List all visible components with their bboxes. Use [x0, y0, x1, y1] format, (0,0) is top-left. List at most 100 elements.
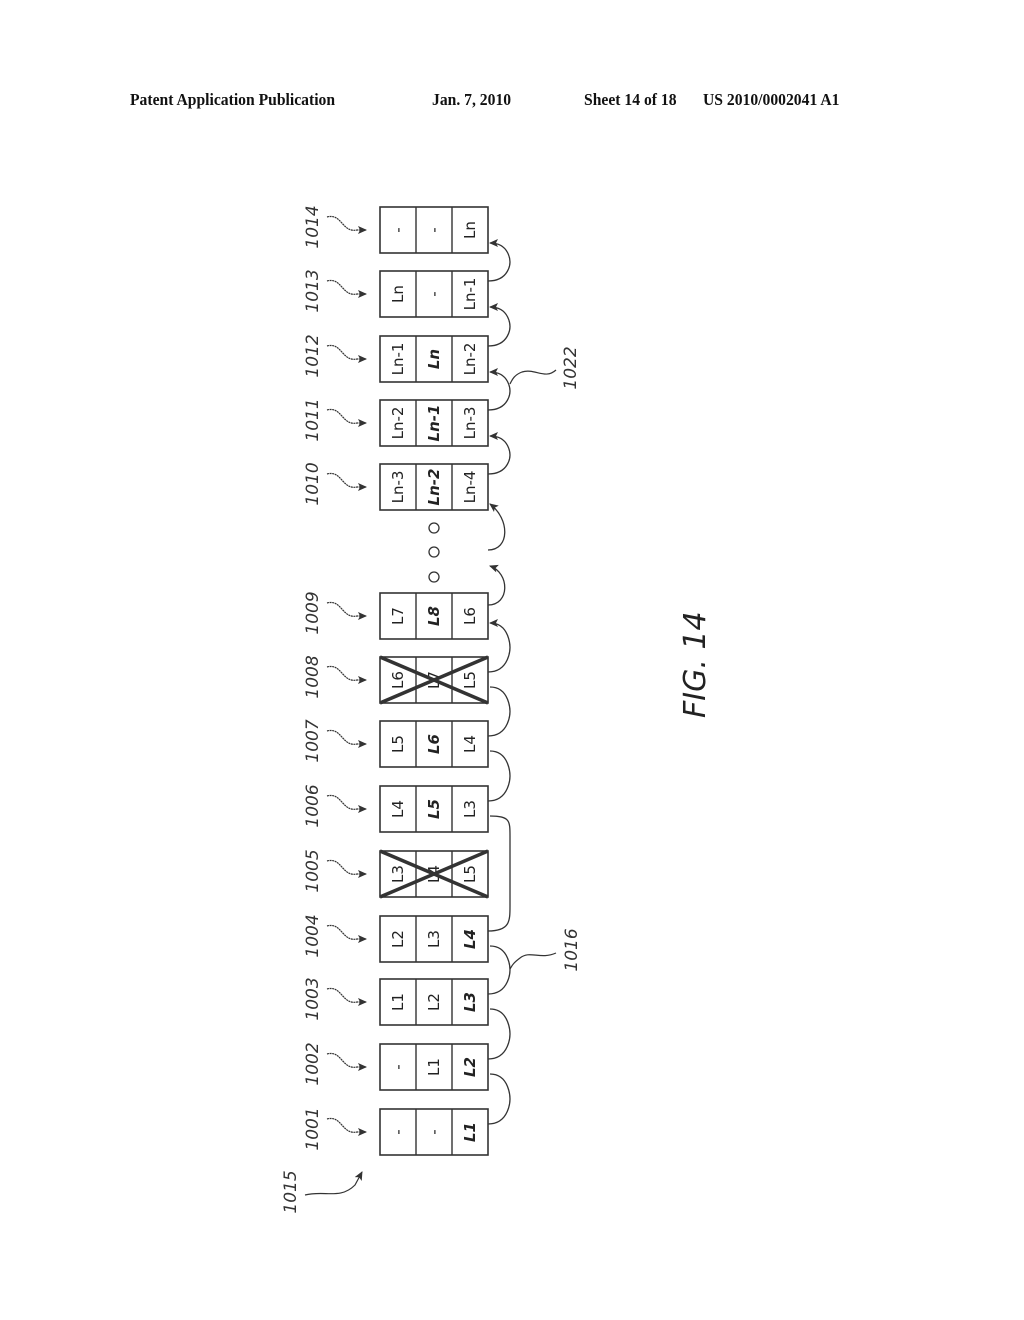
- cell-value: L4: [389, 800, 407, 818]
- connector-1008-1009: [487, 619, 511, 673]
- cell-value: L4: [461, 735, 479, 753]
- cell-value: L5: [389, 735, 407, 753]
- ref-leader-arrow-icon: [326, 729, 367, 748]
- ref-leader-arrow-icon: [326, 1052, 367, 1071]
- figure-label: FIG. 14: [678, 611, 713, 718]
- connector-1012-1013: [487, 303, 511, 347]
- connector-1006-1007: [487, 750, 511, 802]
- cell-value: Ln-1: [389, 343, 407, 376]
- cell-value: Ln-2: [425, 469, 443, 506]
- ref-leader-arrow-icon: [326, 924, 367, 943]
- memory-block-1004: L2 L3 L4: [379, 915, 489, 963]
- connector-into-1010: [487, 503, 506, 551]
- ref-number-1012: 1012: [303, 334, 323, 377]
- memory-block-1014: - - Ln: [379, 206, 489, 254]
- ref-number-1022: 1022: [561, 346, 581, 389]
- connector-1007-1008: [487, 686, 511, 737]
- ref-number-1009: 1009: [303, 591, 323, 634]
- cell-value: L3: [389, 865, 407, 883]
- ref-leader-arrow-icon: [326, 408, 367, 427]
- ref-number-1011: 1011: [303, 398, 323, 441]
- ref-number-1001: 1001: [303, 1107, 323, 1150]
- memory-block-1005: L3L4L5: [379, 849, 489, 899]
- connector-1001-1002: [487, 1073, 511, 1125]
- ref-number-1016: 1016: [562, 928, 582, 971]
- cell-value: L3: [461, 992, 479, 1012]
- ref-number-1014: 1014: [303, 205, 323, 248]
- connector-1011-1012: [487, 368, 511, 411]
- cell-value: Ln: [425, 349, 443, 369]
- connector-1013-1014: [487, 239, 511, 282]
- ref-leader-line: [509, 369, 557, 385]
- memory-block-1003: L1 L2 L3: [379, 978, 489, 1026]
- cell-value: -: [425, 227, 443, 232]
- memory-block-1007: L5 L6 L4: [379, 720, 489, 768]
- ref-leader-arrow-icon: [326, 794, 367, 813]
- cell-value: L1: [389, 993, 407, 1011]
- ref-leader-arrow-icon: [326, 344, 367, 363]
- cell-value: L5: [425, 799, 443, 819]
- memory-block-1001: - - L1: [379, 1108, 489, 1156]
- ref-leader-arrow-icon: [326, 859, 367, 878]
- cell-value: -: [425, 1129, 443, 1134]
- ref-leader-arrow-icon: [326, 987, 367, 1006]
- memory-block-1013: Ln - Ln-1: [379, 270, 489, 318]
- memory-block-1012: Ln-1 Ln Ln-2: [379, 335, 489, 383]
- ellipsis-dot-icon: [428, 546, 440, 558]
- cell-value: Ln-3: [461, 407, 479, 440]
- ellipsis-dot-icon: [428, 522, 440, 534]
- cell-value: Ln-3: [389, 471, 407, 504]
- ref-leader-line: [509, 952, 557, 970]
- cell-value: L1: [425, 1058, 443, 1076]
- ref-number-1015: 1015: [281, 1170, 301, 1213]
- cell-value: -: [389, 227, 407, 232]
- connector-1004-1006: [487, 815, 511, 932]
- cell-value: Ln-1: [461, 278, 479, 311]
- cell-value: Ln-2: [389, 407, 407, 440]
- ellipsis-dot-icon: [428, 571, 440, 583]
- ref-number-1013: 1013: [303, 269, 323, 312]
- memory-blocks: --L1-L1L2L1L2L3L2L3L4L3L4L5L4L5L3L5L6L4L…: [379, 206, 489, 1156]
- ref-number-1007: 1007: [303, 719, 323, 762]
- ref-leader-arrow-icon: [326, 215, 367, 234]
- figure-14-diagram: --L1-L1L2L1L2L3L2L3L4L3L4L5L4L5L3L5L6L4L…: [281, 205, 713, 1213]
- cell-value: L2: [461, 1057, 479, 1077]
- ref-number-1010: 1010: [303, 462, 323, 505]
- cell-value: -: [389, 1064, 407, 1069]
- memory-block-1008: L6L7L5: [379, 655, 489, 705]
- ref-leader-arrow-icon: [326, 665, 367, 684]
- ref-number-1002: 1002: [303, 1042, 323, 1085]
- cell-value: L3: [425, 930, 443, 948]
- memory-block-1011: Ln-2 Ln-1 Ln-3: [379, 399, 489, 447]
- cell-value: L8: [425, 606, 443, 626]
- cell-value: -: [425, 291, 443, 296]
- cell-value: L2: [389, 930, 407, 948]
- cell-value: L4: [461, 929, 479, 949]
- cell-value: L1: [461, 1122, 479, 1142]
- ref-leader-arrow-icon: [304, 1171, 363, 1196]
- ref-number-1005: 1005: [303, 849, 323, 892]
- cell-value: L5: [461, 671, 479, 689]
- ref-number-1004: 1004: [303, 914, 323, 957]
- connector-1010-1011: [487, 432, 511, 475]
- cell-value: L6: [389, 671, 407, 689]
- cell-value: Ln-1: [425, 405, 443, 442]
- cell-value: L6: [461, 607, 479, 625]
- connector-1009-continuation: [487, 564, 506, 606]
- ref-leader-arrow-icon: [326, 279, 367, 298]
- cell-value: L7: [389, 607, 407, 625]
- ref-leader-arrow-icon: [326, 1117, 367, 1136]
- cell-value: Ln: [461, 221, 479, 239]
- connector-1002-1003: [487, 1008, 511, 1060]
- memory-block-1010: Ln-3 Ln-2 Ln-4: [379, 463, 489, 511]
- cell-value: -: [389, 1129, 407, 1134]
- connector-1003-1004: [487, 945, 511, 995]
- cell-value: Ln-4: [461, 471, 479, 504]
- memory-block-1002: - L1 L2: [379, 1043, 489, 1091]
- cell-value: Ln: [389, 285, 407, 303]
- cell-value: L6: [425, 734, 443, 754]
- cell-value: L3: [461, 800, 479, 818]
- ref-leader-arrow-icon: [326, 601, 367, 620]
- ref-leader-arrow-icon: [326, 472, 367, 491]
- cell-value: L5: [461, 865, 479, 883]
